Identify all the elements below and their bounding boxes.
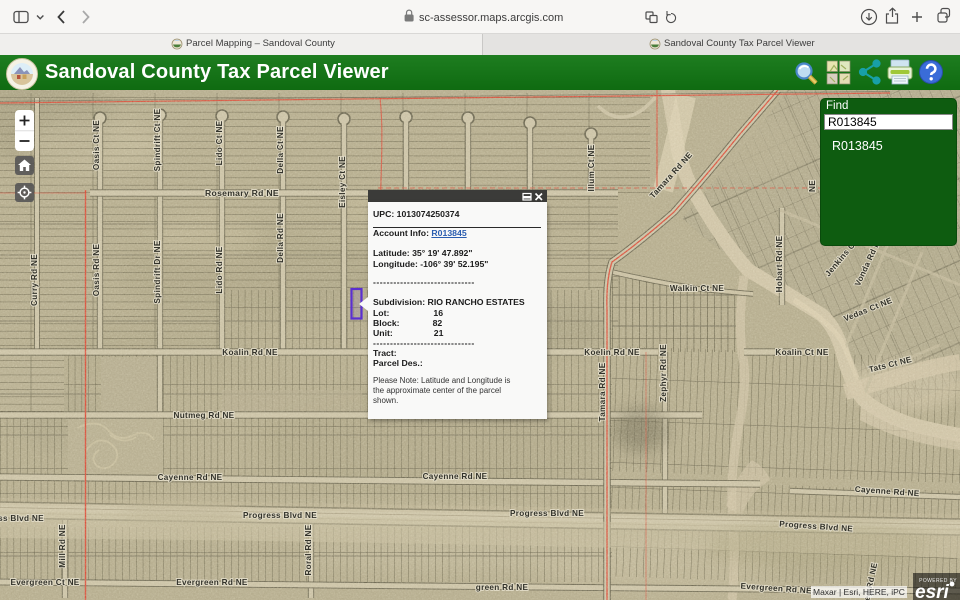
- svg-text:Walkin Ct NE: Walkin Ct NE: [670, 284, 724, 293]
- svg-text:Illum Ct NE: Illum Ct NE: [587, 144, 596, 191]
- svg-text:esri: esri: [915, 582, 950, 600]
- svg-text:Lido Ct NE: Lido Ct NE: [215, 120, 224, 165]
- svg-text:Della Ct NE: Della Ct NE: [276, 126, 285, 174]
- svg-text:Nutmeg Rd NE: Nutmeg Rd NE: [174, 411, 235, 420]
- svg-text:Koalin Ct NE: Koalin Ct NE: [775, 348, 828, 357]
- svg-text:Cayenne Rd NE: Cayenne Rd NE: [158, 473, 223, 482]
- svg-text:Koelin Rd NE: Koelin Rd NE: [584, 348, 640, 357]
- svg-text:Hobart Rd NE: Hobart Rd NE: [775, 235, 784, 292]
- svg-text:Tamara Rd NE: Tamara Rd NE: [598, 362, 607, 421]
- svg-text:Progress Blvd NE: Progress Blvd NE: [243, 511, 317, 520]
- svg-text:Mill Rd NE: Mill Rd NE: [58, 524, 67, 568]
- svg-text:Cayenne Rd NE: Cayenne Rd NE: [423, 472, 488, 481]
- svg-text:Roral Rd NE: Roral Rd NE: [304, 524, 313, 575]
- svg-text:sc-assessor.maps.arcgis.com: sc-assessor.maps.arcgis.com: [419, 12, 563, 24]
- svg-text:green Rd NE: green Rd NE: [476, 583, 529, 592]
- svg-text:Lido Rd NE: Lido Rd NE: [215, 246, 224, 293]
- svg-text:Zephyr Rd NE: Zephyr Rd NE: [659, 344, 668, 402]
- svg-text:Oasis Ct NE: Oasis Ct NE: [92, 120, 101, 170]
- svg-text:Oasis Rd NE: Oasis Rd NE: [92, 244, 101, 297]
- svg-text:ss Blvd NE: ss Blvd NE: [0, 514, 44, 523]
- svg-text:Curry Rd NE: Curry Rd NE: [30, 254, 39, 306]
- svg-text:Eisley Ct NE: Eisley Ct NE: [338, 156, 347, 208]
- svg-text:NE: NE: [808, 180, 817, 192]
- svg-text:Progress Blvd NE: Progress Blvd NE: [510, 509, 584, 518]
- svg-text:Koalin Rd NE: Koalin Rd NE: [222, 348, 278, 357]
- svg-text:Della Rd NE: Della Rd NE: [276, 213, 285, 263]
- svg-text:Spindrift Ct NE: Spindrift Ct NE: [153, 108, 162, 171]
- svg-text:Spindrift Dr NE: Spindrift Dr NE: [153, 240, 162, 303]
- svg-text:Rosemary Rd NE: Rosemary Rd NE: [205, 188, 279, 198]
- svg-text:Evergreen Rd NE: Evergreen Rd NE: [176, 578, 248, 587]
- svg-text:Evergreen Ct NE: Evergreen Ct NE: [10, 578, 79, 587]
